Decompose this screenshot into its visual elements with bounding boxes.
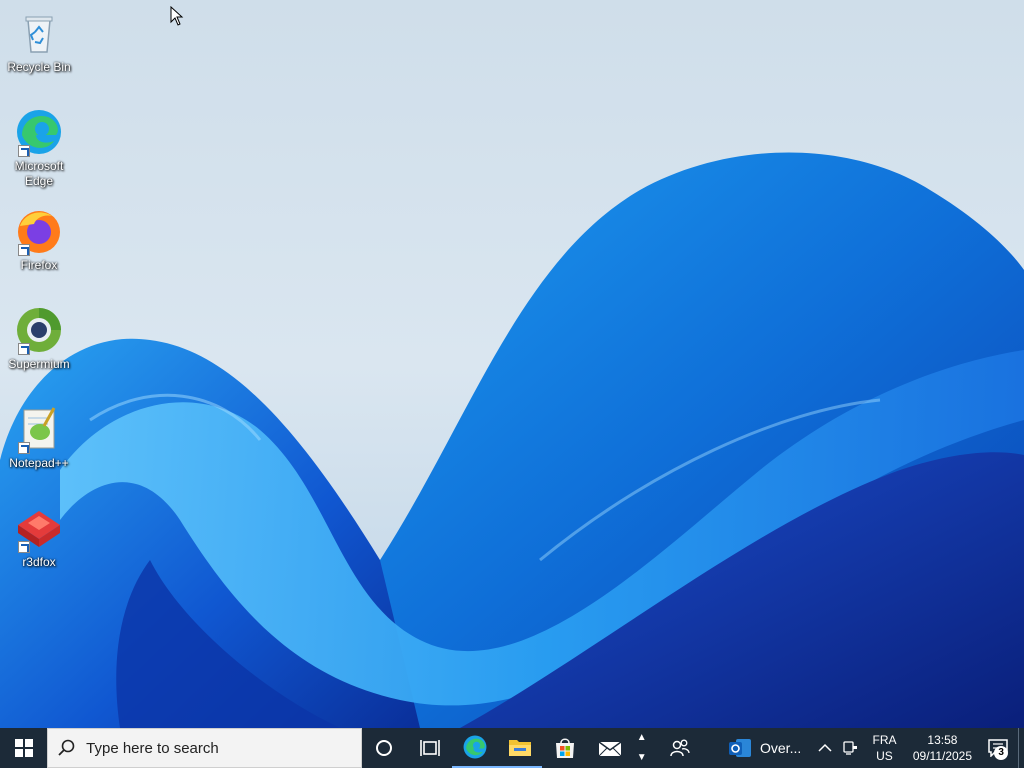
language-code: FRA (872, 733, 897, 747)
desktop-icon-label: Supermium (8, 357, 70, 371)
action-center-button[interactable]: 3 (979, 728, 1018, 768)
taskbar-edge-button[interactable] (452, 728, 498, 768)
people-button[interactable] (651, 728, 710, 768)
shortcut-arrow-icon (18, 244, 30, 256)
show-desktop-button[interactable] (1018, 728, 1024, 768)
cortana-button[interactable] (362, 728, 407, 768)
desktop-icon-label: r3dfox (22, 555, 56, 569)
mouse-cursor-icon (170, 6, 184, 26)
shortcut-arrow-icon (18, 541, 30, 553)
news-interests-button[interactable]: Over... (709, 728, 811, 768)
wallpaper (0, 0, 1024, 728)
task-view-button[interactable] (407, 728, 452, 768)
desktop-icon-label: Firefox (20, 258, 58, 272)
edge-icon (463, 735, 487, 759)
taskbar-store-button[interactable] (542, 728, 587, 768)
shortcut-arrow-icon (18, 145, 30, 157)
desktop-icon-label: Recycle Bin (7, 60, 71, 74)
network-button[interactable] (837, 728, 863, 768)
desktop-icon-r3dfox[interactable]: r3dfox (4, 501, 74, 591)
r3dfox-icon (14, 503, 64, 553)
clock[interactable]: 13:58 09/11/2025 (906, 728, 979, 768)
desktop-icon-recycle-bin[interactable]: Recycle Bin (4, 6, 74, 96)
chevron-up-icon (818, 743, 832, 752)
keyboard-layout: US (876, 749, 893, 763)
windows-logo-icon (14, 739, 33, 757)
desktop-icon-notepadpp[interactable]: Notepad++ (4, 402, 74, 492)
search-placeholder: Type here to search (86, 739, 219, 757)
file-explorer-icon (508, 740, 531, 756)
desktop: Recycle Bin Microsoft Edge Firefox Super… (0, 0, 1024, 728)
taskbar-scroll-arrows: ▲ ▼ (633, 728, 651, 768)
desktop-icon-supermium[interactable]: Supermium (4, 303, 74, 393)
outlook-news-icon (729, 739, 751, 757)
taskbar-search-box[interactable]: Type here to search (47, 728, 362, 768)
notepadpp-icon (14, 404, 64, 454)
recycle-bin-icon (14, 8, 64, 58)
taskbar-file-explorer-button[interactable] (497, 728, 543, 768)
cortana-icon (376, 740, 393, 756)
show-hidden-icons-button[interactable] (812, 728, 838, 768)
microsoft-store-icon (556, 738, 575, 758)
desktop-icon-label: Notepad++ (9, 456, 69, 470)
supermium-icon (14, 305, 64, 355)
mail-icon (598, 741, 622, 757)
desktop-icon-label: Microsoft Edge (14, 159, 64, 188)
input-language-indicator[interactable]: FRA US (863, 728, 906, 768)
start-button[interactable] (0, 728, 47, 768)
notification-count-badge: 3 (994, 746, 1009, 760)
desktop-icon-firefox[interactable]: Firefox (4, 204, 74, 294)
shortcut-arrow-icon (18, 343, 30, 355)
news-label: Over... (760, 740, 802, 756)
taskbar: Type here to search ▲ ▼ Over... FRA US 1… (0, 728, 1024, 768)
scroll-down-icon[interactable]: ▼ (637, 753, 647, 763)
shortcut-arrow-icon (18, 442, 30, 454)
scroll-up-icon[interactable]: ▲ (637, 733, 647, 743)
taskbar-mail-button[interactable] (588, 728, 633, 768)
edge-icon (14, 107, 64, 157)
desktop-icon-edge[interactable]: Microsoft Edge (4, 105, 74, 195)
clock-date: 09/11/2025 (912, 749, 973, 763)
search-icon (58, 739, 75, 756)
network-icon (843, 741, 858, 755)
task-view-icon (419, 740, 440, 756)
people-icon (670, 739, 690, 757)
firefox-icon (14, 206, 64, 256)
clock-time: 13:58 (927, 733, 958, 747)
